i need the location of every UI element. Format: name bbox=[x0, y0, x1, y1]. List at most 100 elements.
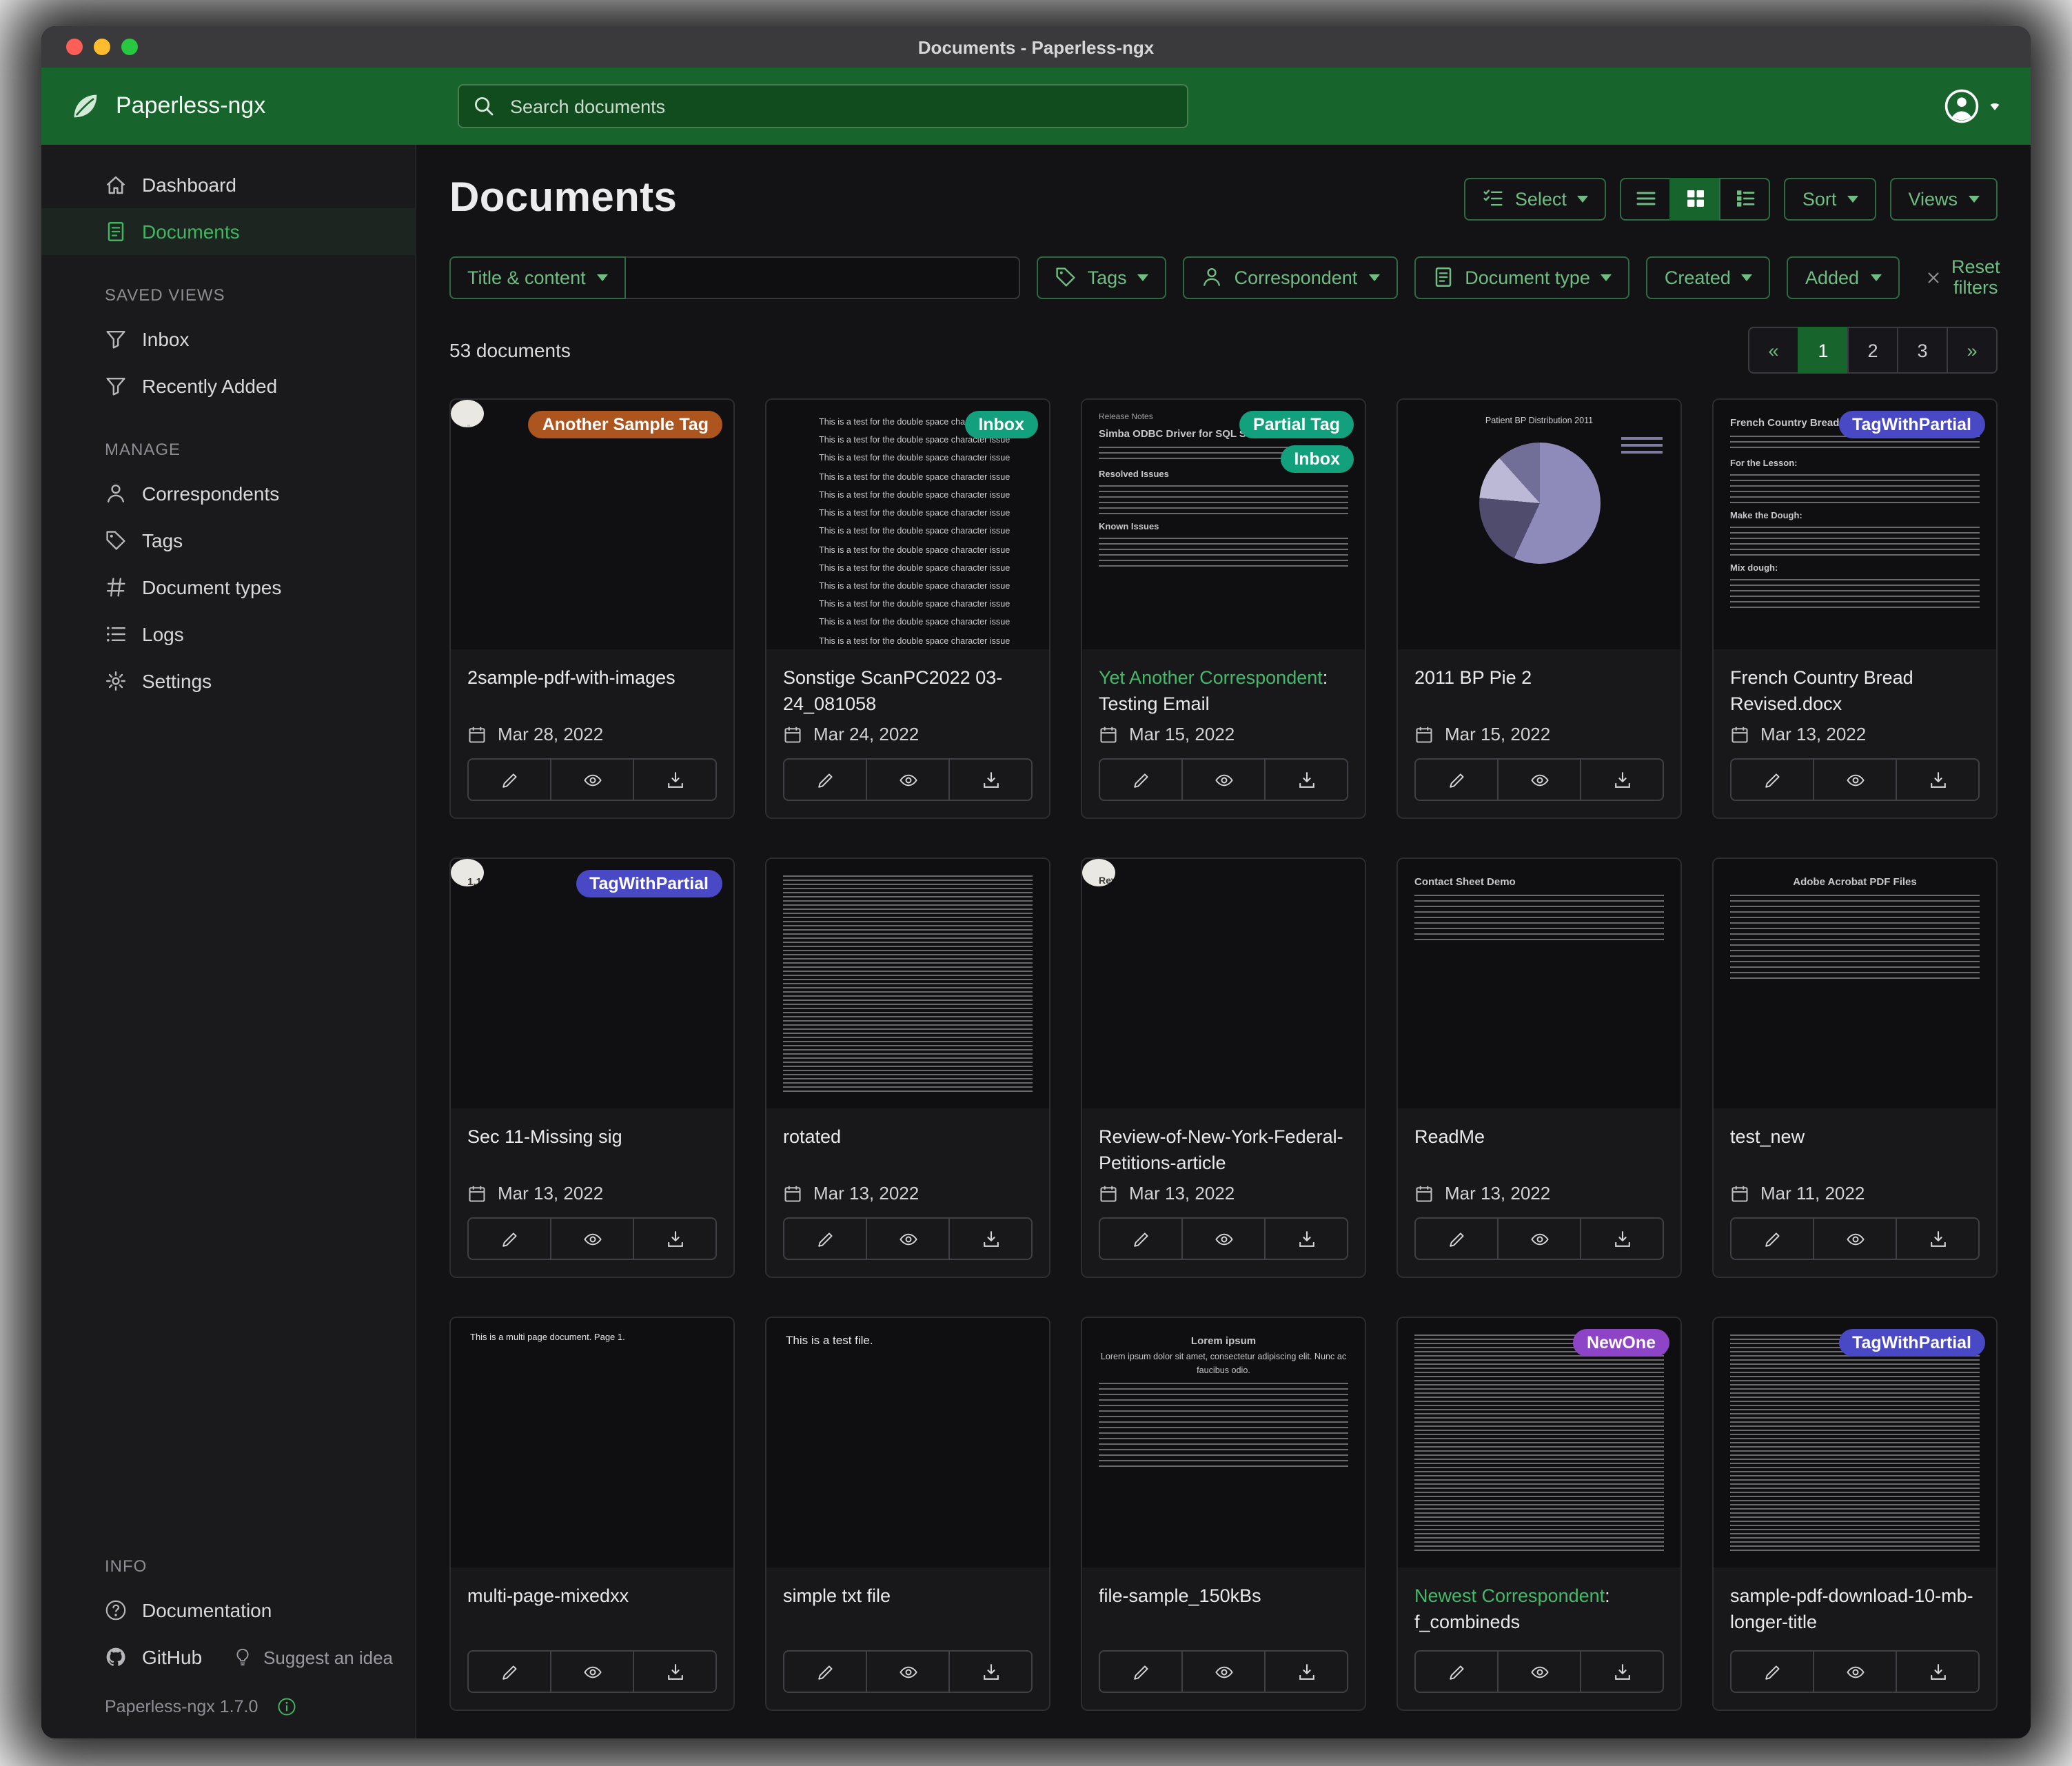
sidebar-item-documentation[interactable]: Documentation bbox=[41, 1587, 415, 1634]
close-window-button[interactable] bbox=[66, 39, 83, 55]
card-edit-button[interactable] bbox=[784, 1652, 866, 1692]
card-download-button[interactable] bbox=[948, 1652, 1031, 1692]
sidebar-item-suggest-an-idea[interactable]: Suggest an idea bbox=[233, 1634, 393, 1680]
card-title-link[interactable]: file-sample_150kBs bbox=[1082, 1567, 1365, 1636]
card-title-link[interactable]: Sec 11-Missing sig bbox=[451, 1108, 733, 1177]
card-view-button[interactable] bbox=[1813, 760, 1896, 800]
card-title-link[interactable]: ReadMe bbox=[1398, 1108, 1680, 1177]
pagination-next-button[interactable]: » bbox=[1947, 327, 1998, 374]
card-download-button[interactable] bbox=[948, 760, 1031, 800]
tag-badge-tagwithpartial[interactable]: TagWithPartial bbox=[1838, 411, 1985, 438]
card-view-button[interactable] bbox=[1813, 1652, 1896, 1692]
card-edit-button[interactable] bbox=[784, 1219, 866, 1259]
card-download-button[interactable] bbox=[633, 1219, 715, 1259]
card-title-link[interactable]: 2sample-pdf-with-images bbox=[451, 649, 733, 718]
created-filter-button[interactable]: Created bbox=[1647, 256, 1771, 298]
card-title-link[interactable]: rotated bbox=[766, 1108, 1049, 1177]
card-edit-button[interactable] bbox=[784, 760, 866, 800]
document-thumbnail[interactable]: This is a test for the double space char… bbox=[766, 400, 1049, 649]
document-thumbnail[interactable] bbox=[766, 859, 1049, 1108]
brand[interactable]: Paperless-ngx bbox=[69, 90, 438, 123]
card-view-button[interactable] bbox=[1497, 1652, 1580, 1692]
pagination-page-1-button[interactable]: 1 bbox=[1798, 327, 1849, 374]
card-edit-button[interactable] bbox=[469, 760, 550, 800]
card-view-button[interactable] bbox=[1813, 1219, 1896, 1259]
sidebar-item-tags[interactable]: Tags bbox=[41, 517, 415, 564]
card-view-button[interactable] bbox=[1181, 760, 1264, 800]
card-title-link[interactable]: 2011 BP Pie 2 bbox=[1398, 649, 1680, 718]
minimize-window-button[interactable] bbox=[94, 39, 110, 55]
card-view-button[interactable] bbox=[866, 760, 948, 800]
tags-filter-button[interactable]: Tags bbox=[1037, 256, 1167, 298]
sidebar-item-settings[interactable]: Settings bbox=[41, 658, 415, 704]
view-mode-details-button[interactable] bbox=[1720, 177, 1771, 220]
sidebar-item-logs[interactable]: Logs bbox=[41, 611, 415, 658]
document-thumbnail[interactable]: Patient BP Distribution 2011 bbox=[1398, 400, 1680, 649]
card-edit-button[interactable] bbox=[1416, 1652, 1497, 1692]
card-view-button[interactable] bbox=[1497, 1219, 1580, 1259]
tag-badge-tagwithpartial[interactable]: TagWithPartial bbox=[576, 870, 722, 897]
card-edit-button[interactable] bbox=[1100, 1219, 1181, 1259]
document-thumbnail[interactable]: Review of New York Federal Petitions for… bbox=[1082, 859, 1365, 1108]
pagination-page-2-button[interactable]: 2 bbox=[1847, 327, 1898, 374]
document-thumbnail[interactable]: 1.1. CONTINUING MEDICAL EDUCATagWithPart… bbox=[451, 859, 733, 1108]
card-view-button[interactable] bbox=[550, 1652, 633, 1692]
title-content-filter-button[interactable]: Title & content bbox=[449, 256, 626, 298]
title-content-filter-input[interactable] bbox=[626, 256, 1020, 298]
document-thumbnail[interactable]: This is a test file. bbox=[766, 1318, 1049, 1567]
views-button[interactable]: Views bbox=[1890, 177, 1998, 220]
card-title-link[interactable]: test_new bbox=[1714, 1108, 1996, 1177]
select-button[interactable]: Select bbox=[1464, 177, 1607, 220]
card-edit-button[interactable] bbox=[1416, 760, 1497, 800]
document-thumbnail[interactable]: French Country BreadFor the Lesson:Make … bbox=[1714, 400, 1996, 649]
card-title-link[interactable]: French Country Bread Revised.docx bbox=[1714, 649, 1996, 718]
card-title-link[interactable]: multi-page-mixedxx bbox=[451, 1567, 733, 1636]
sidebar-item-correspondents[interactable]: Correspondents bbox=[41, 470, 415, 517]
card-edit-button[interactable] bbox=[1416, 1219, 1497, 1259]
sidebar-item-recently-added[interactable]: Recently Added bbox=[41, 363, 415, 409]
document-thumbnail[interactable]: Contact Sheet Demo bbox=[1398, 859, 1680, 1108]
card-title-link[interactable]: Sonstige ScanPC2022 03-24_081058 bbox=[766, 649, 1049, 718]
card-download-button[interactable] bbox=[1580, 760, 1663, 800]
card-download-button[interactable] bbox=[1580, 1652, 1663, 1692]
document-thumbnail[interactable]: TagWithPartial bbox=[1714, 1318, 1996, 1567]
card-edit-button[interactable] bbox=[1100, 1652, 1181, 1692]
card-view-button[interactable] bbox=[1497, 760, 1580, 800]
pagination-page-3-button[interactable]: 3 bbox=[1897, 327, 1948, 374]
correspondent-filter-button[interactable]: Correspondent bbox=[1184, 256, 1398, 298]
card-download-button[interactable] bbox=[1896, 1219, 1978, 1259]
tag-badge-another-sample-tag[interactable]: Another Sample Tag bbox=[529, 411, 722, 438]
reset-filters-button[interactable]: Reset filters bbox=[1916, 255, 2009, 299]
view-mode-grid-button[interactable] bbox=[1670, 177, 1721, 220]
sidebar-item-inbox[interactable]: Inbox bbox=[41, 316, 415, 363]
card-correspondent-link[interactable]: Yet Another Correspondent bbox=[1099, 667, 1323, 688]
card-title-link[interactable]: Newest Correspondent: f_combineds bbox=[1398, 1567, 1680, 1636]
sidebar-item-document-types[interactable]: Document types bbox=[41, 564, 415, 611]
card-download-button[interactable] bbox=[1264, 1219, 1347, 1259]
user-menu[interactable] bbox=[1944, 88, 2000, 124]
card-download-button[interactable] bbox=[1264, 1652, 1347, 1692]
document-thumbnail[interactable]: NewOne bbox=[1398, 1318, 1680, 1567]
card-edit-button[interactable] bbox=[1731, 1219, 1813, 1259]
card-edit-button[interactable] bbox=[1731, 1652, 1813, 1692]
view-mode-list-button[interactable] bbox=[1621, 177, 1672, 220]
card-view-button[interactable] bbox=[550, 1219, 633, 1259]
card-title-link[interactable]: Review-of-New-York-Federal-Petitions-art… bbox=[1082, 1108, 1365, 1177]
document-thumbnail[interactable]: This is a multi page document. Page 1. bbox=[451, 1318, 733, 1567]
card-download-button[interactable] bbox=[948, 1219, 1031, 1259]
card-view-button[interactable] bbox=[550, 760, 633, 800]
card-edit-button[interactable] bbox=[1731, 760, 1813, 800]
card-title-link[interactable]: sample-pdf-download-10-mb-longer-title bbox=[1714, 1567, 1996, 1636]
sidebar-item-documents[interactable]: Documents bbox=[41, 208, 415, 255]
tag-badge-tagwithpartial[interactable]: TagWithPartial bbox=[1838, 1329, 1985, 1357]
sidebar-item-dashboard[interactable]: Dashboard bbox=[41, 161, 415, 208]
card-edit-button[interactable] bbox=[469, 1219, 550, 1259]
tag-badge-inbox[interactable]: Inbox bbox=[964, 411, 1038, 438]
card-download-button[interactable] bbox=[1580, 1219, 1663, 1259]
added-filter-button[interactable]: Added bbox=[1787, 256, 1899, 298]
document-thumbnail[interactable]: Another Sample Tag bbox=[451, 400, 733, 649]
card-view-button[interactable] bbox=[1181, 1219, 1264, 1259]
tag-badge-inbox[interactable]: Inbox bbox=[1280, 445, 1354, 473]
tag-badge-newone[interactable]: NewOne bbox=[1573, 1329, 1669, 1357]
document-type-filter-button[interactable]: Document type bbox=[1414, 256, 1630, 298]
